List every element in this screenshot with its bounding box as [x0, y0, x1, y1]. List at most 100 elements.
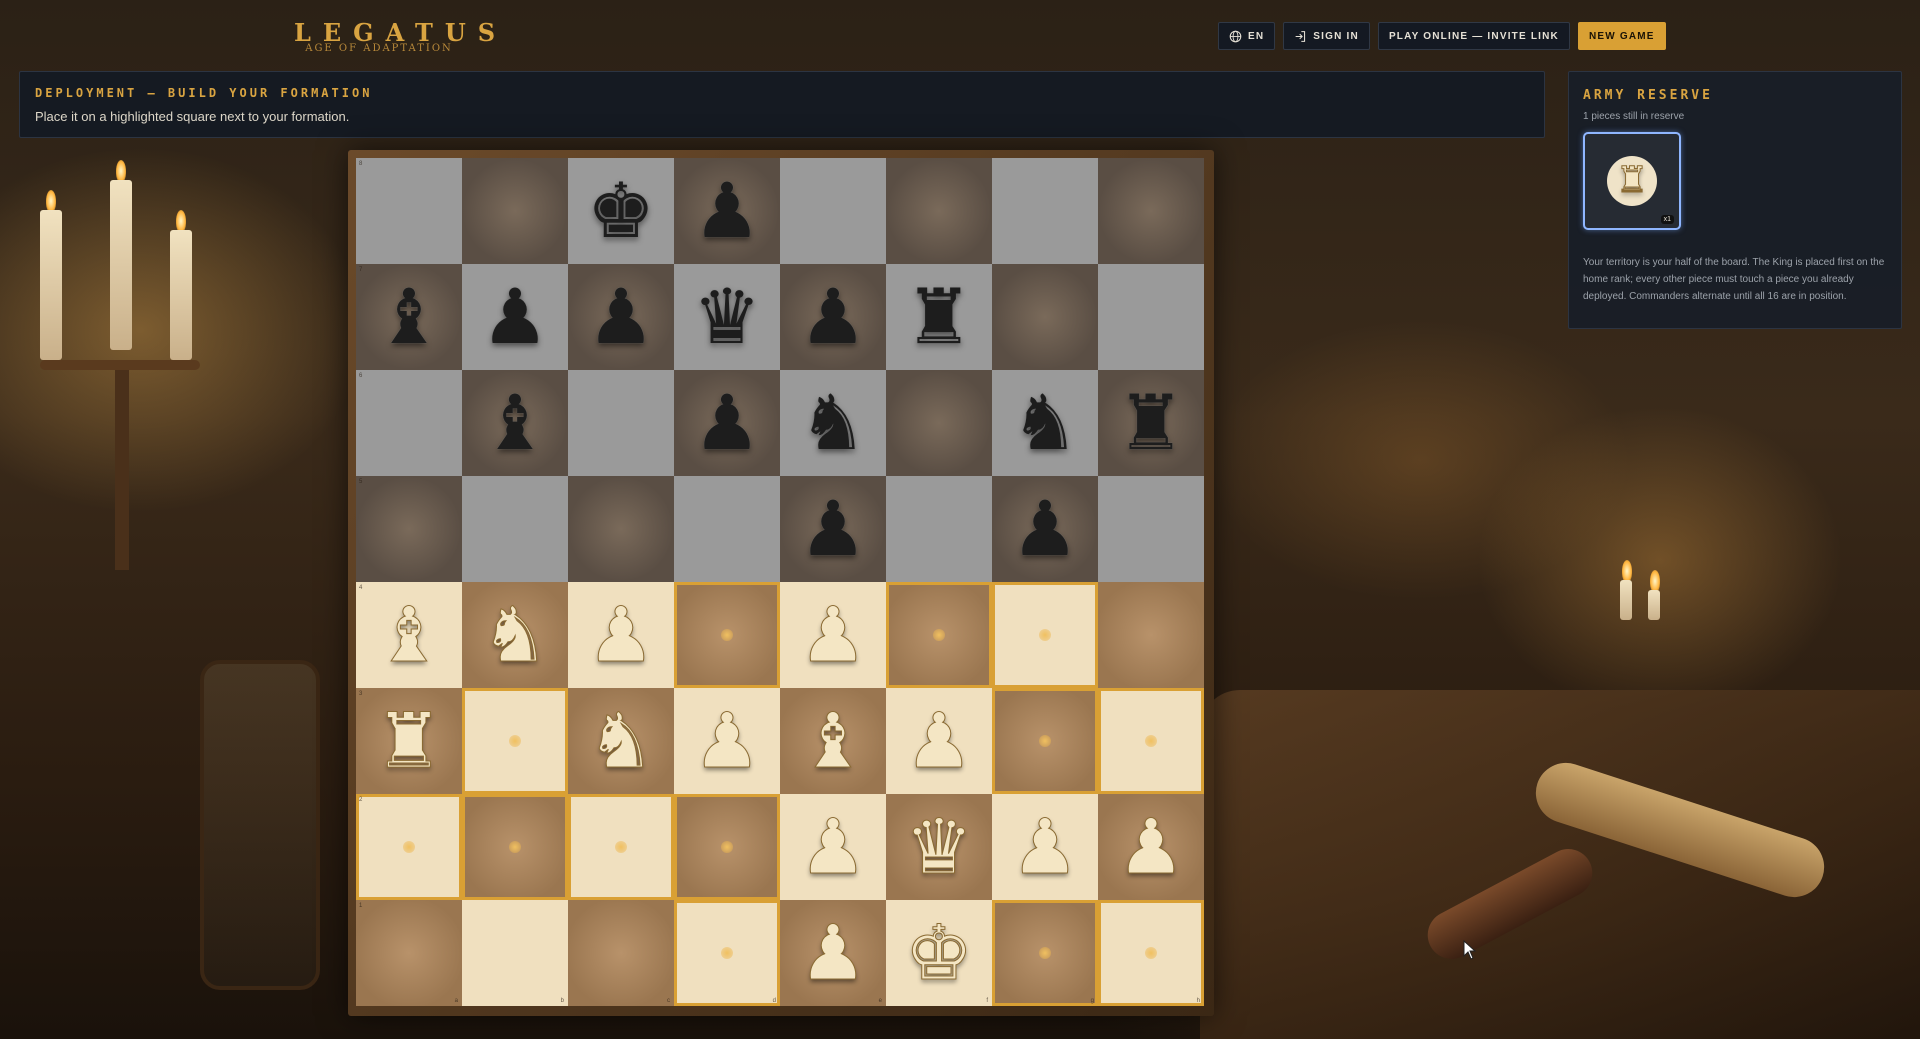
square-g5[interactable]: ♟	[992, 476, 1098, 582]
square-f8[interactable]	[886, 158, 992, 264]
square-d7[interactable]: ♛	[674, 264, 780, 370]
square-b4[interactable]: ♞	[462, 582, 568, 688]
white-knight-icon[interactable]: ♞	[586, 702, 655, 779]
new-game-button[interactable]: NEW GAME	[1577, 22, 1666, 50]
square-h4[interactable]	[1098, 582, 1204, 688]
square-f3[interactable]: ♟	[886, 688, 992, 794]
black-queen-icon[interactable]: ♛	[693, 279, 761, 355]
black-pawn-icon[interactable]: ♟	[799, 279, 867, 355]
square-h1[interactable]: h	[1098, 900, 1204, 1006]
square-h6[interactable]: ♜	[1098, 370, 1204, 476]
white-pawn-icon[interactable]: ♟	[904, 702, 973, 779]
square-c3[interactable]: ♞	[568, 688, 674, 794]
black-pawn-icon[interactable]: ♟	[587, 279, 655, 355]
square-c7[interactable]: ♟	[568, 264, 674, 370]
black-king-icon[interactable]: ♚	[587, 173, 655, 249]
black-pawn-icon[interactable]: ♟	[693, 173, 761, 249]
square-d6[interactable]: ♟	[674, 370, 780, 476]
square-b6[interactable]: ♝	[462, 370, 568, 476]
square-g8[interactable]	[992, 158, 1098, 264]
black-knight-icon[interactable]: ♞	[799, 385, 867, 461]
white-pawn-icon[interactable]: ♟	[1010, 808, 1079, 885]
square-b1[interactable]: b	[462, 900, 568, 1006]
reserve-piece-rook[interactable]: ♜ x1	[1583, 132, 1681, 230]
play-online-button[interactable]: PLAY ONLINE — INVITE LINK	[1377, 22, 1570, 50]
white-pawn-icon[interactable]: ♟	[586, 596, 655, 673]
square-d8[interactable]: ♟	[674, 158, 780, 264]
square-a8[interactable]: 8	[356, 158, 462, 264]
black-pawn-icon[interactable]: ♟	[799, 491, 867, 567]
square-g1[interactable]: g	[992, 900, 1098, 1006]
square-h2[interactable]: ♟	[1098, 794, 1204, 900]
white-pawn-icon[interactable]: ♟	[798, 914, 867, 991]
square-b7[interactable]: ♟	[462, 264, 568, 370]
square-d5[interactable]	[674, 476, 780, 582]
white-bishop-icon[interactable]: ♝	[374, 596, 443, 673]
square-d2[interactable]	[674, 794, 780, 900]
sign-in-button[interactable]: SIGN IN	[1283, 22, 1370, 50]
square-f6[interactable]	[886, 370, 992, 476]
square-e3[interactable]: ♝	[780, 688, 886, 794]
white-pawn-icon[interactable]: ♟	[798, 596, 867, 673]
square-h8[interactable]	[1098, 158, 1204, 264]
white-pawn-icon[interactable]: ♟	[692, 702, 761, 779]
white-king-icon[interactable]: ♚	[904, 914, 973, 991]
black-knight-icon[interactable]: ♞	[1011, 385, 1079, 461]
white-bishop-icon[interactable]: ♝	[798, 702, 867, 779]
white-pawn-icon[interactable]: ♟	[1116, 808, 1185, 885]
square-e1[interactable]: e ♟	[780, 900, 886, 1006]
square-a7[interactable]: 7 ♝	[356, 264, 462, 370]
square-g6[interactable]: ♞	[992, 370, 1098, 476]
square-f4[interactable]	[886, 582, 992, 688]
square-d1[interactable]: d	[674, 900, 780, 1006]
square-a2[interactable]: 2	[356, 794, 462, 900]
square-h7[interactable]	[1098, 264, 1204, 370]
square-c1[interactable]: c	[568, 900, 674, 1006]
square-e7[interactable]: ♟	[780, 264, 886, 370]
square-a3[interactable]: 3 ♜	[356, 688, 462, 794]
black-pawn-icon[interactable]: ♟	[481, 279, 549, 355]
square-h3[interactable]	[1098, 688, 1204, 794]
square-g4[interactable]	[992, 582, 1098, 688]
square-f7[interactable]: ♜	[886, 264, 992, 370]
square-b8[interactable]	[462, 158, 568, 264]
chess-board[interactable]: 8 ♚ ♟ 7 ♝ ♟ ♟ ♛ ♟ ♜ 6 ♝ ♟ ♞ ♞ ♜ 5 ♟ ♟ 4 ♝ ♞ ♟ ♟ 3 ♜ ♞ ♟ ♝ ♟ 2 ♟ ♛ ♟ ♟ 1 a b c d…	[356, 158, 1206, 1006]
square-a5[interactable]: 5	[356, 476, 462, 582]
square-f1[interactable]: f ♚	[886, 900, 992, 1006]
white-queen-icon[interactable]: ♛	[904, 808, 973, 885]
square-b2[interactable]	[462, 794, 568, 900]
square-e2[interactable]: ♟	[780, 794, 886, 900]
square-b3[interactable]	[462, 688, 568, 794]
square-g7[interactable]	[992, 264, 1098, 370]
square-e8[interactable]	[780, 158, 886, 264]
black-rook-icon[interactable]: ♜	[1117, 385, 1185, 461]
square-c4[interactable]: ♟	[568, 582, 674, 688]
square-d3[interactable]: ♟	[674, 688, 780, 794]
language-button[interactable]: EN	[1218, 22, 1276, 50]
square-c6[interactable]	[568, 370, 674, 476]
black-rook-icon[interactable]: ♜	[905, 279, 973, 355]
black-bishop-icon[interactable]: ♝	[375, 279, 443, 355]
square-a1[interactable]: 1a	[356, 900, 462, 1006]
square-b5[interactable]	[462, 476, 568, 582]
square-c2[interactable]	[568, 794, 674, 900]
white-pawn-icon[interactable]: ♟	[798, 808, 867, 885]
square-e5[interactable]: ♟	[780, 476, 886, 582]
square-a6[interactable]: 6	[356, 370, 462, 476]
black-pawn-icon[interactable]: ♟	[693, 385, 761, 461]
square-c8[interactable]: ♚	[568, 158, 674, 264]
square-d4[interactable]	[674, 582, 780, 688]
square-h5[interactable]	[1098, 476, 1204, 582]
square-c5[interactable]	[568, 476, 674, 582]
square-e6[interactable]: ♞	[780, 370, 886, 476]
white-rook-icon[interactable]: ♜	[374, 702, 443, 779]
square-a4[interactable]: 4 ♝	[356, 582, 462, 688]
square-g2[interactable]: ♟	[992, 794, 1098, 900]
square-f5[interactable]	[886, 476, 992, 582]
white-knight-icon[interactable]: ♞	[480, 596, 549, 673]
black-bishop-icon[interactable]: ♝	[481, 385, 549, 461]
square-e4[interactable]: ♟	[780, 582, 886, 688]
logo[interactable]: LEGATUS AGE OF ADAPTATION	[294, 18, 495, 54]
square-g3[interactable]	[992, 688, 1098, 794]
black-pawn-icon[interactable]: ♟	[1011, 491, 1079, 567]
